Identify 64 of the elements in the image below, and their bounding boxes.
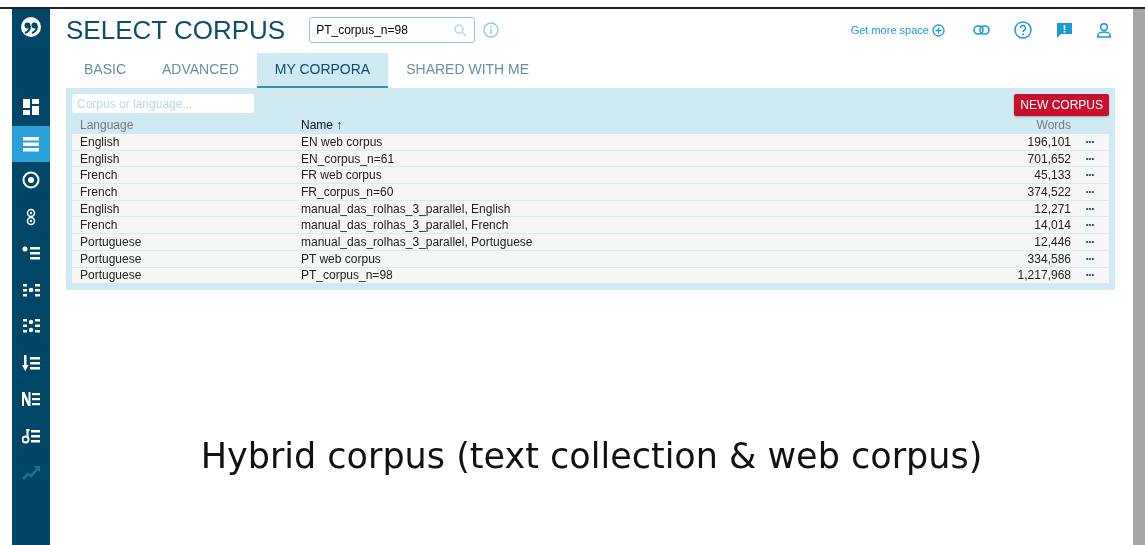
target-icon[interactable] xyxy=(22,171,40,190)
logo[interactable] xyxy=(21,17,41,37)
more-menu[interactable]: ••• xyxy=(1085,236,1095,246)
table-cell: 196,101 xyxy=(1027,134,1071,149)
table-cell: Portuguese xyxy=(80,268,142,283)
table-cell: Portuguese xyxy=(80,251,142,266)
table-cell: 12,446 xyxy=(1034,234,1071,249)
n-list-icon[interactable] xyxy=(22,390,40,409)
more-menu[interactable]: ••• xyxy=(1085,153,1095,163)
table-cell: 701,652 xyxy=(1027,151,1071,166)
table-cell: manual_das_rolhas_3_parallel, Portuguese xyxy=(301,234,533,249)
table-cell: EN web corpus xyxy=(301,134,383,149)
tab[interactable]: BASIC xyxy=(66,53,144,88)
table-cell: French xyxy=(80,184,118,199)
table-cell: 45,133 xyxy=(1034,168,1071,183)
table-cell: PT web corpus xyxy=(301,251,381,266)
search-field[interactable]: PT_corpus_n=98 xyxy=(309,17,476,43)
plus-circle-icon xyxy=(932,23,945,37)
tab[interactable]: SHARED WITH ME xyxy=(388,53,548,88)
bullet-list-icon[interactable] xyxy=(22,244,40,263)
table-cell: manual_das_rolhas_3_parallel, French xyxy=(301,218,509,233)
table-cell: 374,522 xyxy=(1027,184,1071,199)
dot-grid-icon[interactable] xyxy=(22,317,40,336)
user-icon[interactable] xyxy=(1097,22,1111,38)
table-cell: PT_corpus_n=98 xyxy=(301,268,393,283)
tab[interactable]: ADVANCED xyxy=(144,53,257,88)
dashboard-icon[interactable] xyxy=(22,98,40,117)
tab[interactable]: MY CORPORA xyxy=(256,53,389,88)
more-menu[interactable]: ••• xyxy=(1085,253,1095,263)
list-icon[interactable] xyxy=(22,134,40,153)
more-menu[interactable]: ••• xyxy=(1085,220,1095,230)
column-header[interactable]: Name ↑ xyxy=(301,118,343,132)
sort-down-icon[interactable] xyxy=(22,353,40,372)
table-cell: 334,586 xyxy=(1027,251,1071,266)
table-cell: EN_corpus_n=61 xyxy=(301,151,395,166)
more-menu[interactable]: ••• xyxy=(1085,186,1095,196)
search-icon xyxy=(454,24,468,37)
table-cell: 1,217,968 xyxy=(1017,268,1071,283)
more-menu[interactable]: ••• xyxy=(1085,170,1095,180)
table-cell: French xyxy=(80,218,118,233)
scrollbar[interactable] xyxy=(1133,9,1145,545)
table-cell: French xyxy=(80,168,118,183)
more-menu[interactable]: ••• xyxy=(1085,136,1095,146)
table-cell: FR_corpus_n=60 xyxy=(301,184,394,199)
table-cell: Portuguese xyxy=(80,234,142,249)
help-icon[interactable] xyxy=(1014,21,1032,39)
feedback-icon[interactable] xyxy=(1056,21,1073,39)
table-cell: English xyxy=(80,134,120,149)
link-icon[interactable] xyxy=(973,25,990,35)
table-cell: 14,014 xyxy=(1034,218,1071,233)
page-title: SELECT CORPUS xyxy=(66,17,286,43)
table-cell: 12,271 xyxy=(1034,201,1071,216)
table-cell: manual_das_rolhas_3_parallel, English xyxy=(301,201,511,216)
more-menu[interactable]: ••• xyxy=(1085,203,1095,213)
column-header[interactable]: Words xyxy=(1036,118,1071,132)
new-corpus-button[interactable]: NEW CORPUS xyxy=(1014,94,1109,116)
table-cell: English xyxy=(80,151,120,166)
column-header[interactable]: Language xyxy=(80,118,134,132)
key-list-icon[interactable] xyxy=(22,426,40,445)
table-cell: FR web corpus xyxy=(301,168,382,183)
more-menu[interactable]: ••• xyxy=(1085,270,1095,280)
filter-field[interactable]: Corpus or language... xyxy=(72,94,254,113)
caption: Hybrid corpus (text collection & web corpus) xyxy=(199,435,984,479)
table-cell: English xyxy=(80,201,120,216)
